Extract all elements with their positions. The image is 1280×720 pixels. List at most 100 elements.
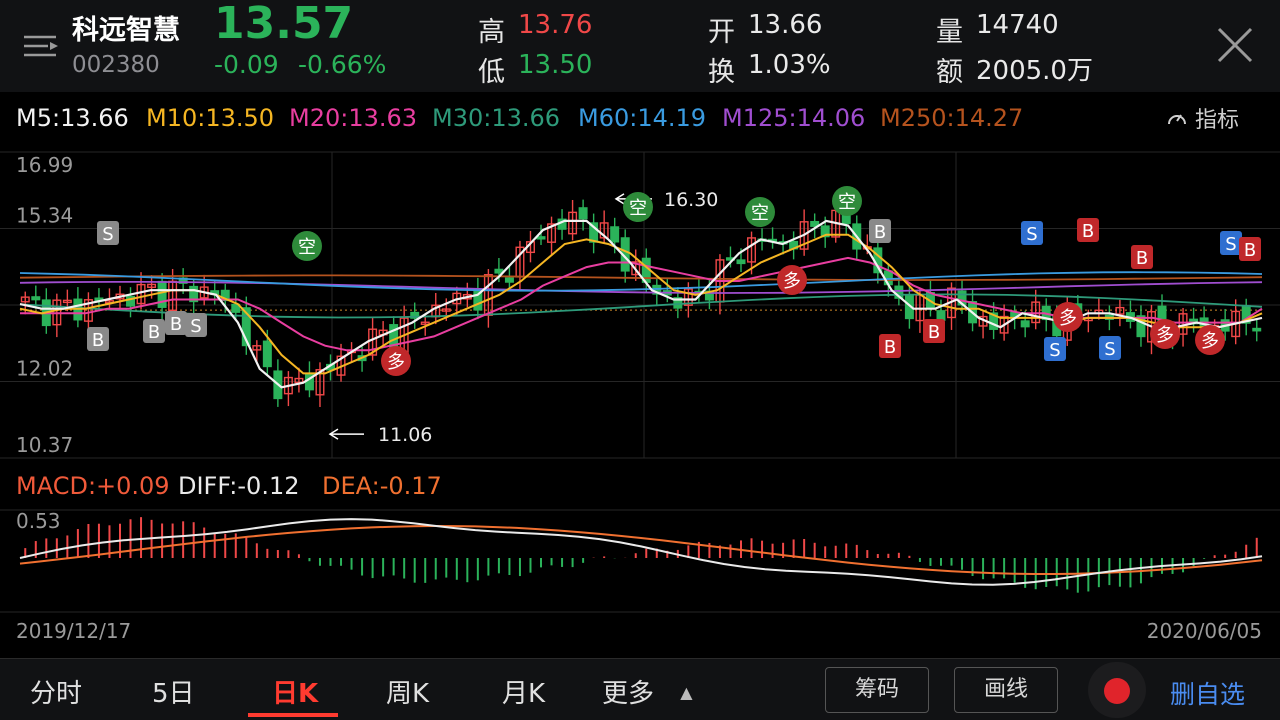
candle-body (1020, 320, 1030, 328)
candle-body (610, 226, 620, 243)
signal-label: B (1244, 240, 1256, 261)
ma-legend-item: M125:14.06 (722, 104, 866, 132)
ma-legend-item: M60:14.19 (578, 104, 707, 132)
volume-value: 14740 (976, 10, 1059, 40)
turnover-value: 1.03% (748, 50, 831, 80)
candlestick (589, 213, 599, 254)
signal-label: 空 (751, 203, 769, 224)
high-annotation: 16.30 (664, 189, 718, 211)
tab-intraday[interactable]: 分时 (30, 673, 82, 710)
candlestick (462, 282, 472, 308)
signal-label: S (1104, 339, 1115, 360)
tab-more[interactable]: 更多 ▲ (602, 673, 693, 710)
signal-marker-bear: 空 (745, 197, 775, 227)
amount-label: 额 (936, 57, 963, 88)
candlestick (315, 362, 325, 407)
signal-marker-buy: B (869, 219, 891, 243)
candle-body (494, 268, 504, 274)
candlestick (1115, 299, 1125, 327)
signal-marker-buy: B (87, 327, 109, 351)
open-label: 开 (708, 17, 735, 48)
candle-body (504, 277, 514, 283)
candlestick (410, 302, 420, 329)
signal-marker-sell: S (1044, 337, 1066, 361)
candle-body (157, 280, 167, 308)
gauge-icon (1166, 108, 1188, 130)
start-date-label: 2019/12/17 (16, 619, 131, 643)
candlestick (52, 293, 62, 338)
end-date-label: 2020/06/05 (1147, 619, 1262, 643)
signal-marker-buy: B (923, 319, 945, 343)
remove-favorite-button[interactable]: 删自选 (1170, 675, 1245, 711)
candlestick (210, 280, 220, 305)
period-tabbar: 分时 5日 日K 周K 月K 更多 ▲ 筹码 画线 删自选 (0, 658, 1280, 720)
signal-label: 多 (1059, 308, 1077, 329)
signal-marker-sell: S (97, 221, 119, 245)
signal-label: B (148, 322, 160, 343)
price-axis-label: 16.99 (16, 153, 73, 177)
indicator-label: 指标 (1195, 108, 1240, 133)
signal-marker-bear: 空 (292, 231, 322, 261)
menu-icon[interactable] (20, 30, 60, 62)
signal-marker-buy: B (879, 334, 901, 358)
low-annotation: 11.06 (378, 424, 432, 446)
signal-label: B (1082, 221, 1094, 242)
candlestick (283, 371, 293, 407)
signal-marker-bull: 多 (1150, 319, 1180, 349)
macd-axis-label: 0.53 (16, 509, 61, 533)
signal-marker-bull: 多 (381, 346, 411, 376)
signal-marker-bull: 多 (1053, 302, 1083, 332)
tab-monthly-k[interactable]: 月K (502, 673, 545, 710)
price-change: -0.09 (214, 50, 279, 79)
ma-legend-item: M30:13.66 (432, 104, 561, 132)
signal-label: 多 (783, 271, 801, 292)
signal-marker-sell: S (185, 313, 207, 337)
signal-label: B (92, 330, 104, 351)
signal-label: B (874, 222, 886, 243)
tab-5day[interactable]: 5日 (152, 673, 195, 710)
chips-button[interactable]: 筹码 (825, 667, 929, 713)
candlestick (473, 277, 483, 320)
signal-label: 空 (629, 198, 647, 219)
candlestick (557, 209, 567, 240)
signal-marker-bear: 空 (832, 186, 862, 216)
tab-daily-k[interactable]: 日K (272, 673, 318, 710)
stock-code: 002380 (72, 52, 160, 78)
candle-body (1252, 327, 1262, 332)
candlestick (126, 287, 136, 318)
signal-label: B (884, 337, 896, 358)
indicator-button[interactable]: 指标 (1166, 102, 1239, 134)
signal-label: B (928, 322, 940, 343)
signal-marker-sell: S (1021, 221, 1043, 245)
signal-marker-buy: B (1131, 245, 1153, 269)
low-value: 13.50 (518, 50, 593, 80)
volume-label: 量 (936, 17, 963, 48)
kline-chart[interactable]: 16.9915.3412.0210.3716.3011.06SB B B S空多空 空多… (0, 140, 1280, 660)
signal-label: S (1225, 234, 1236, 255)
signal-label: S (1049, 340, 1060, 361)
draw-line-button[interactable]: 画线 (954, 667, 1058, 713)
candlestick (768, 227, 778, 249)
price-axis-label: 15.34 (16, 203, 73, 227)
signal-label: 多 (387, 352, 405, 373)
close-icon[interactable] (1214, 24, 1256, 66)
tab-weekly-k[interactable]: 周K (386, 673, 429, 710)
candle-body (262, 340, 272, 368)
signal-marker-bull: 多 (777, 265, 807, 295)
ma-legend-item: M250:14.27 (880, 104, 1024, 132)
candlestick (1094, 297, 1104, 320)
active-tab-indicator (248, 713, 338, 717)
ma-legend-item: M10:13.50 (146, 104, 275, 132)
signal-label: 多 (1156, 325, 1174, 346)
last-price: 13.57 (214, 0, 354, 49)
price-change-pct: -0.66% (298, 50, 387, 79)
amount-value: 2005.0万 (976, 56, 1093, 86)
candlestick (189, 279, 199, 314)
ma-legend-item: M20:13.63 (289, 104, 418, 132)
signal-label: 空 (298, 237, 316, 258)
candle-body (31, 296, 41, 301)
signal-marker-bull: 多 (1195, 325, 1225, 355)
record-button[interactable] (1088, 662, 1146, 718)
low-label: 低 (478, 57, 505, 88)
candle-body (736, 259, 746, 265)
